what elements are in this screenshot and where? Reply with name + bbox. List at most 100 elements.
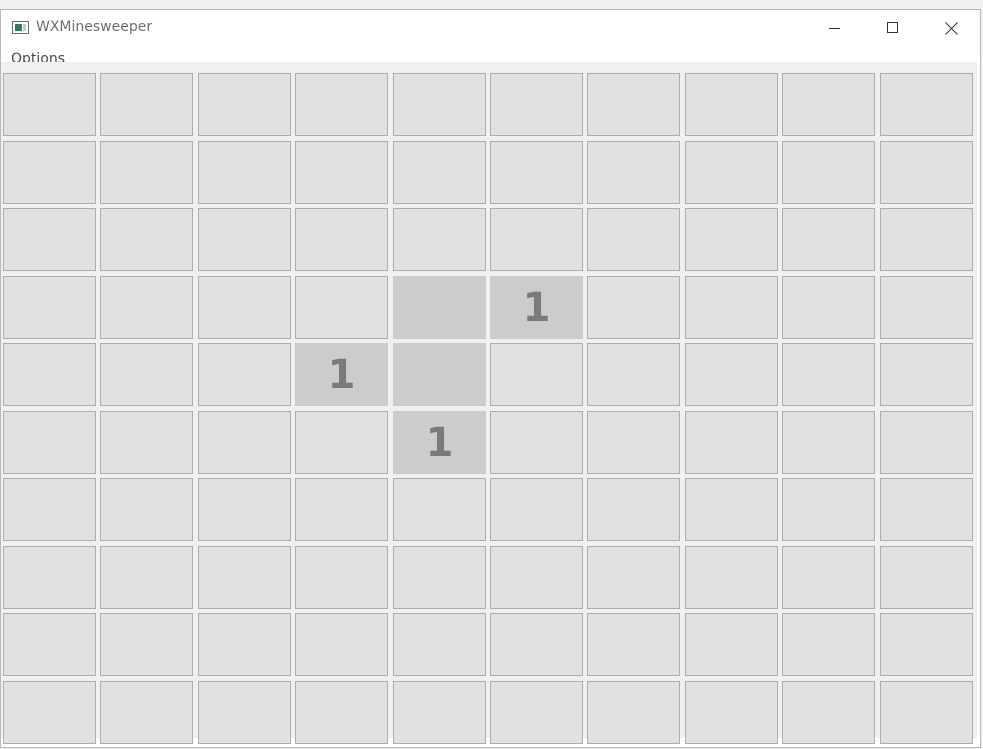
hidden-cell[interactable]: [3, 276, 96, 339]
hidden-cell[interactable]: [685, 411, 778, 474]
hidden-cell[interactable]: [880, 276, 973, 339]
hidden-cell[interactable]: [100, 681, 193, 744]
hidden-cell[interactable]: [587, 681, 680, 744]
hidden-cell[interactable]: [782, 73, 875, 136]
hidden-cell[interactable]: [490, 681, 583, 744]
hidden-cell[interactable]: [880, 411, 973, 474]
hidden-cell[interactable]: [393, 141, 486, 204]
hidden-cell[interactable]: [490, 478, 583, 541]
hidden-cell[interactable]: [587, 478, 680, 541]
hidden-cell[interactable]: [198, 343, 291, 406]
hidden-cell[interactable]: [782, 411, 875, 474]
hidden-cell[interactable]: [587, 276, 680, 339]
hidden-cell[interactable]: [393, 208, 486, 271]
hidden-cell[interactable]: [295, 411, 388, 474]
hidden-cell[interactable]: [587, 141, 680, 204]
hidden-cell[interactable]: [100, 208, 193, 271]
hidden-cell[interactable]: [393, 613, 486, 676]
hidden-cell[interactable]: [490, 141, 583, 204]
hidden-cell[interactable]: [685, 613, 778, 676]
hidden-cell[interactable]: [198, 478, 291, 541]
hidden-cell[interactable]: [685, 343, 778, 406]
hidden-cell[interactable]: [198, 411, 291, 474]
hidden-cell[interactable]: [100, 478, 193, 541]
hidden-cell[interactable]: [880, 546, 973, 609]
hidden-cell[interactable]: [587, 73, 680, 136]
hidden-cell[interactable]: [880, 613, 973, 676]
hidden-cell[interactable]: [685, 208, 778, 271]
hidden-cell[interactable]: [295, 208, 388, 271]
hidden-cell[interactable]: [782, 613, 875, 676]
hidden-cell[interactable]: [587, 343, 680, 406]
hidden-cell[interactable]: [490, 208, 583, 271]
hidden-cell[interactable]: [295, 141, 388, 204]
hidden-cell[interactable]: [3, 73, 96, 136]
hidden-cell[interactable]: [198, 73, 291, 136]
hidden-cell[interactable]: [490, 411, 583, 474]
hidden-cell[interactable]: [685, 546, 778, 609]
hidden-cell[interactable]: [685, 141, 778, 204]
hidden-cell[interactable]: [782, 276, 875, 339]
hidden-cell[interactable]: [100, 411, 193, 474]
revealed-cell[interactable]: 1: [490, 276, 583, 339]
close-button[interactable]: [928, 10, 974, 46]
maximize-button[interactable]: [870, 10, 916, 46]
hidden-cell[interactable]: [782, 208, 875, 271]
hidden-cell[interactable]: [685, 478, 778, 541]
hidden-cell[interactable]: [295, 613, 388, 676]
hidden-cell[interactable]: [3, 411, 96, 474]
revealed-cell[interactable]: [393, 343, 486, 406]
hidden-cell[interactable]: [3, 478, 96, 541]
hidden-cell[interactable]: [587, 411, 680, 474]
hidden-cell[interactable]: [198, 681, 291, 744]
hidden-cell[interactable]: [198, 546, 291, 609]
hidden-cell[interactable]: [3, 613, 96, 676]
hidden-cell[interactable]: [685, 276, 778, 339]
hidden-cell[interactable]: [587, 208, 680, 271]
hidden-cell[interactable]: [198, 276, 291, 339]
hidden-cell[interactable]: [295, 73, 388, 136]
hidden-cell[interactable]: [3, 343, 96, 406]
hidden-cell[interactable]: [295, 681, 388, 744]
hidden-cell[interactable]: [490, 343, 583, 406]
hidden-cell[interactable]: [3, 141, 96, 204]
revealed-cell[interactable]: 1: [295, 343, 388, 406]
hidden-cell[interactable]: [490, 546, 583, 609]
hidden-cell[interactable]: [490, 613, 583, 676]
revealed-cell[interactable]: [393, 276, 486, 339]
hidden-cell[interactable]: [3, 546, 96, 609]
hidden-cell[interactable]: [100, 141, 193, 204]
hidden-cell[interactable]: [587, 546, 680, 609]
hidden-cell[interactable]: [685, 73, 778, 136]
hidden-cell[interactable]: [880, 478, 973, 541]
hidden-cell[interactable]: [393, 73, 486, 136]
hidden-cell[interactable]: [295, 546, 388, 609]
hidden-cell[interactable]: [295, 478, 388, 541]
hidden-cell[interactable]: [782, 546, 875, 609]
title-bar[interactable]: WXMinesweeper: [1, 10, 980, 47]
hidden-cell[interactable]: [782, 681, 875, 744]
hidden-cell[interactable]: [3, 681, 96, 744]
hidden-cell[interactable]: [393, 546, 486, 609]
hidden-cell[interactable]: [880, 343, 973, 406]
hidden-cell[interactable]: [198, 613, 291, 676]
hidden-cell[interactable]: [100, 343, 193, 406]
hidden-cell[interactable]: [880, 73, 973, 136]
hidden-cell[interactable]: [3, 208, 96, 271]
hidden-cell[interactable]: [198, 141, 291, 204]
hidden-cell[interactable]: [100, 276, 193, 339]
hidden-cell[interactable]: [295, 276, 388, 339]
hidden-cell[interactable]: [393, 681, 486, 744]
hidden-cell[interactable]: [782, 478, 875, 541]
hidden-cell[interactable]: [880, 681, 973, 744]
hidden-cell[interactable]: [587, 613, 680, 676]
hidden-cell[interactable]: [100, 73, 193, 136]
hidden-cell[interactable]: [685, 681, 778, 744]
hidden-cell[interactable]: [880, 141, 973, 204]
hidden-cell[interactable]: [490, 73, 583, 136]
hidden-cell[interactable]: [880, 208, 973, 271]
hidden-cell[interactable]: [100, 613, 193, 676]
revealed-cell[interactable]: 1: [393, 411, 486, 474]
hidden-cell[interactable]: [198, 208, 291, 271]
hidden-cell[interactable]: [782, 141, 875, 204]
